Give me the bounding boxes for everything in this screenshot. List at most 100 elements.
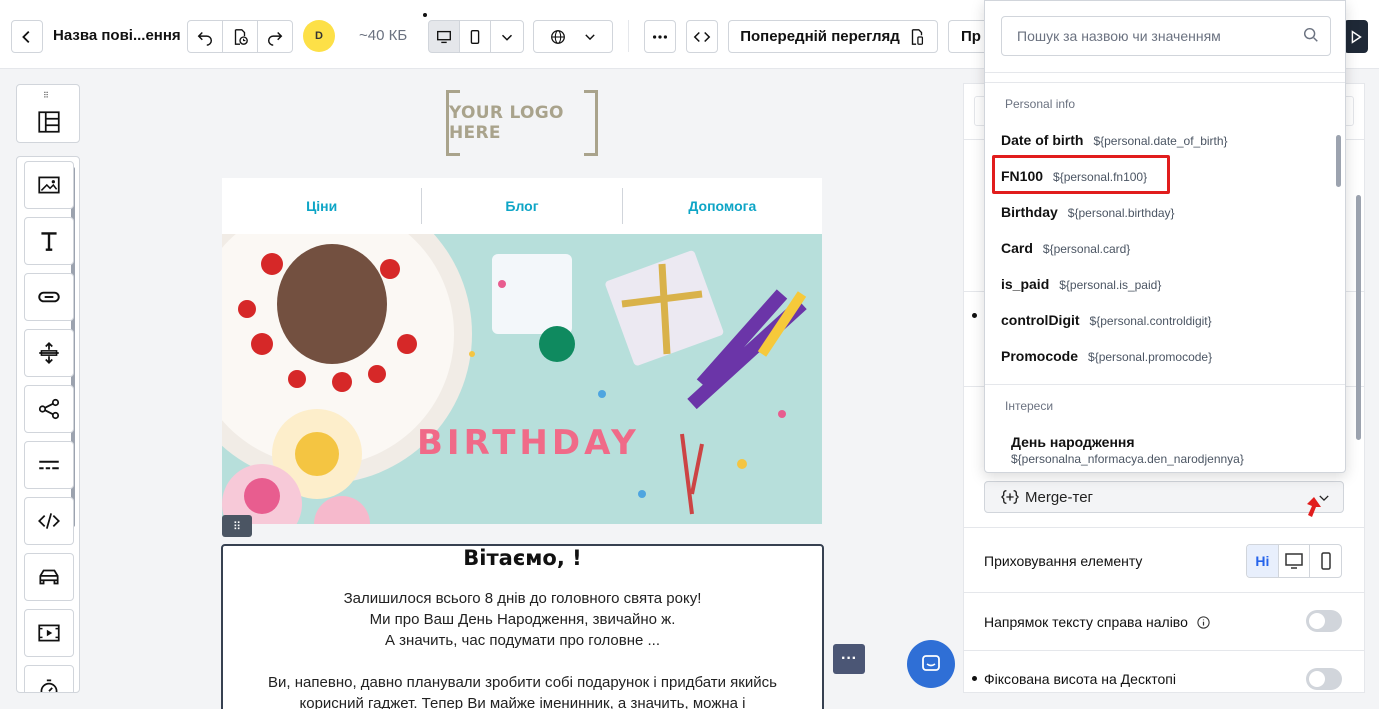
more-horizontal-icon [652,34,668,39]
greeting-heading: Вітаємо, ! [463,546,582,570]
code-icon [38,513,60,529]
structures-panel-button[interactable]: ⠿ [16,84,80,143]
hide-element-switcher: Ні [1246,544,1342,578]
logo-frame [584,153,598,156]
merge-tag-option[interactable]: День народження ${personalna_nformacya.d… [1001,434,1244,466]
rtl-label: Напрямок тексту справа наліво [984,614,1211,630]
view-dropdown-button[interactable] [490,20,524,53]
option-name: is_paid [1001,276,1050,292]
phone-icon [470,29,480,44]
merge-tag-search-input[interactable]: Пошук за назвою чи значенням [1001,16,1331,56]
html-block[interactable] [24,497,74,545]
amp-carousel-block[interactable] [24,553,74,601]
merge-tag-label: Merge-тег [1025,488,1094,506]
option-name: Promocode [1001,348,1079,364]
drag-grip-icon: ⠿ [43,91,50,100]
option-tag: ${personal.card} [1042,242,1131,256]
merge-tag-option[interactable]: Card ${personal.card} [1001,240,1130,256]
blocks-panel [16,156,80,693]
drag-grip-icon: ⠿ [232,520,242,533]
panel-divider [964,650,1364,651]
next-action-label: Пр [961,28,981,45]
email-menu: Ціни Блог Допомога [222,178,822,234]
monitor-icon [1285,553,1303,569]
block-drag-handle[interactable]: ⠿ [222,515,252,537]
more-actions-button[interactable] [644,20,676,53]
paragraph-line: корисний гаджет. Тепер Ви майже іменинни… [299,695,746,709]
back-button[interactable] [11,20,43,53]
desktop-view-button[interactable] [428,20,460,53]
video-block[interactable] [24,609,74,657]
option-name: День народження [1011,434,1135,450]
option-tag: ${personalna_nformacya.den_narodjennya} [1011,452,1244,466]
menu-block[interactable] [24,441,74,489]
hide-mobile-option[interactable] [1310,545,1341,577]
status-dot [423,13,427,17]
redo-icon [267,31,283,46]
code-button[interactable] [686,20,718,53]
history-button[interactable] [222,20,258,53]
merge-tag-option[interactable]: controlDigit ${personal.controldigit} [1001,312,1212,328]
fixed-height-label: Фіксована висота на Десктопі [984,671,1176,687]
merge-tag-icon [1001,490,1019,504]
chevron-left-icon [22,30,30,43]
text-block[interactable] [24,217,74,265]
fixed-height-toggle[interactable] [1306,668,1342,690]
paragraph-line: Залишилося всього 8 днів до головного св… [343,590,702,607]
search-icon [1303,27,1318,42]
dropdown-scrollbar[interactable] [1336,135,1341,187]
support-chat-button[interactable] [907,640,955,688]
option-tag: ${personal.date_of_birth} [1093,134,1228,148]
block-more-button[interactable]: ··· [833,644,865,674]
rtl-toggle[interactable] [1306,610,1342,632]
image-icon [38,176,60,194]
merge-tag-option[interactable]: Date of birth ${personal.date_of_birth} [1001,132,1228,148]
settings-scrollbar[interactable] [1356,195,1361,440]
mobile-view-button[interactable] [459,20,491,53]
pointer-arrow-icon [1307,497,1321,517]
menu-link-prices[interactable]: Ціни [222,188,423,224]
spacer-block[interactable] [24,329,74,377]
hide-desktop-option[interactable] [1279,545,1311,577]
merge-tag-option[interactable]: Promocode ${personal.promocode} [1001,348,1212,364]
merge-tag-option[interactable]: is_paid ${personal.is_paid} [1001,276,1161,292]
option-name: controlDigit [1001,312,1080,328]
video-icon [38,624,60,642]
send-button[interactable] [1344,20,1368,53]
toolbar-divider [628,20,629,52]
merge-tag-dropdown: Пошук за назвою чи значенням Personal in… [984,0,1346,473]
selected-text-block[interactable]: Вітаємо, ! Залишилося всього 8 днів до г… [221,544,824,709]
code-icon [693,31,711,42]
phone-icon [1320,552,1331,570]
timer-block[interactable] [24,665,74,692]
paragraph-line: Ви, напевно, давно планували зробити соб… [268,674,777,691]
hero-image[interactable]: BIRTHDAY [222,234,822,524]
menu-link-blog[interactable]: Блог [422,188,623,224]
undo-button[interactable] [187,20,223,53]
email-logo[interactable]: YOUR LOGO HERE [446,90,598,156]
redo-button[interactable] [257,20,293,53]
social-block[interactable] [24,385,74,433]
more-horizontal-icon: ··· [841,650,857,667]
dropdown-divider [985,82,1345,83]
button-block[interactable] [24,273,74,321]
bullet-marker [972,313,977,318]
image-block[interactable] [24,161,74,209]
panel-divider [964,592,1364,593]
hide-none-option[interactable]: Ні [1247,545,1279,577]
preview-button[interactable]: Попередній перегляд [728,20,938,53]
logo-frame [584,90,598,93]
timer-icon [40,679,58,692]
merge-tag-option[interactable]: Birthday ${personal.birthday} [1001,204,1175,220]
info-icon[interactable] [1196,615,1211,630]
user-avatar[interactable]: D [303,20,335,52]
language-button[interactable] [533,20,613,53]
page-title[interactable]: Назва пові...ення [53,27,181,44]
spacer-icon [39,342,59,364]
next-action-button[interactable]: Пр [948,20,988,53]
share-icon [38,398,60,420]
option-tag: ${personal.birthday} [1067,206,1175,220]
document-history-icon [234,28,248,45]
menu-link-help[interactable]: Допомога [623,188,822,224]
merge-tag-button[interactable]: Merge-тег [984,481,1344,513]
